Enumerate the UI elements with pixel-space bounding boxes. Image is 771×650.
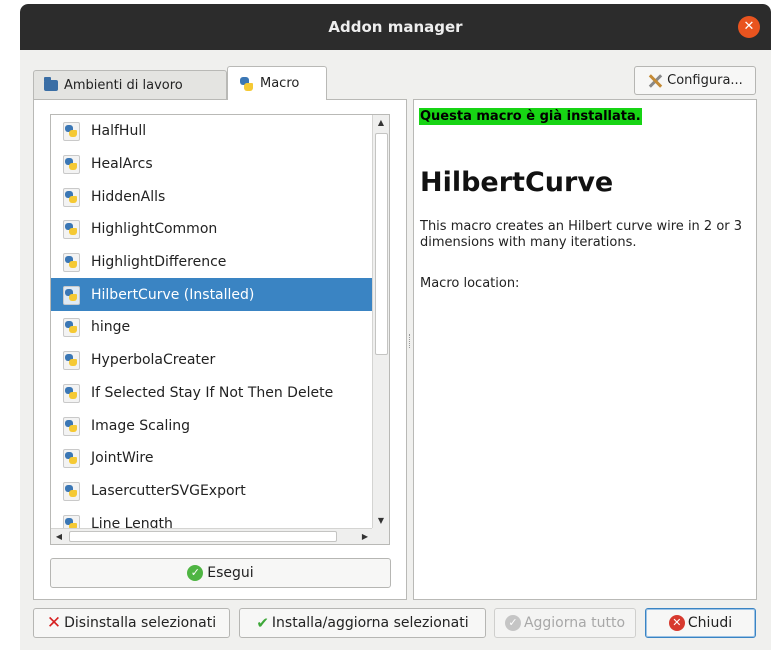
macro-list-box: HalfHull HealArcs HiddenAlls HighlightCommo…	[50, 114, 390, 545]
installed-status-banner: Questa macro è già installata.	[419, 108, 642, 125]
green-check-icon: ✔	[256, 614, 269, 632]
list-item[interactable]: HiddenAlls	[51, 180, 373, 213]
list-item[interactable]: HilbertCurve (Installed)	[51, 278, 373, 312]
list-item-label: HyperbolaCreater	[91, 352, 216, 369]
close-button-label: Chiudi	[687, 615, 733, 631]
scroll-right-arrow-icon[interactable]: ▶	[357, 529, 373, 544]
macro-detail-panel: Questa macro è già installata. HilbertCu…	[413, 99, 757, 600]
macro-file-icon	[61, 350, 81, 371]
macro-title: HilbertCurve	[420, 167, 614, 198]
list-item[interactable]: HalfHull	[51, 115, 373, 148]
python-icon	[238, 76, 254, 92]
update-all-button[interactable]: ✓ Aggiorna tutto	[494, 608, 636, 638]
macro-file-icon	[61, 448, 81, 469]
macro-file-icon	[61, 383, 81, 403]
run-button[interactable]: ✓ Esegui	[50, 558, 391, 588]
disabled-check-circle-icon: ✓	[504, 615, 521, 631]
macro-file-icon	[61, 285, 81, 305]
scrollbar-corner	[372, 528, 389, 544]
list-item-label: HealArcs	[91, 156, 153, 173]
macro-file-icon	[61, 481, 81, 501]
tab-macro-label: Macro	[260, 76, 300, 91]
list-item[interactable]: If Selected Stay If Not Then Delete	[51, 377, 373, 410]
list-item[interactable]: JointWire	[51, 442, 373, 475]
macro-file-icon	[61, 317, 81, 338]
splitter-handle[interactable]	[409, 334, 411, 348]
horizontal-scrollbar[interactable]: ◀ ▶	[51, 528, 373, 544]
list-item-label: hinge	[91, 319, 131, 336]
vertical-scroll-thumb[interactable]	[375, 133, 388, 355]
configure-button-label: Configura...	[667, 73, 743, 88]
list-item-label: HighlightDifference	[91, 254, 227, 271]
list-item-label: HalfHull	[91, 123, 147, 140]
macro-location-label: Macro location:	[420, 276, 520, 291]
scroll-up-arrow-icon[interactable]: ▲	[373, 115, 389, 131]
configure-button[interactable]: Configura...	[634, 66, 756, 95]
folder-icon	[44, 77, 58, 91]
list-item[interactable]: hinge	[51, 311, 373, 344]
list-item[interactable]: HighlightCommon	[51, 213, 373, 246]
list-item[interactable]: HighlightDifference	[51, 246, 373, 279]
list-item-label: If Selected Stay If Not Then Delete	[91, 384, 334, 401]
scroll-down-arrow-icon[interactable]: ▼	[373, 513, 389, 529]
scroll-left-arrow-icon[interactable]: ◀	[51, 529, 67, 544]
check-circle-icon: ✓	[187, 565, 204, 581]
uninstall-selected-button[interactable]: ✕ Disinstalla selezionati	[33, 608, 230, 638]
tab-workbenches[interactable]: Ambienti di lavoro	[33, 70, 227, 100]
macro-description: This macro creates an Hilbert curve wire…	[420, 219, 743, 250]
run-button-label: Esegui	[207, 565, 254, 581]
update-all-button-label: Aggiorna tutto	[523, 615, 626, 631]
list-item-label: LasercutterSVGExport	[91, 482, 246, 499]
macro-file-icon	[61, 219, 81, 240]
list-item-label: Line Length	[91, 515, 173, 529]
install-update-selected-button[interactable]: ✔ Installa/aggiorna selezionati	[239, 608, 486, 638]
macro-file-icon	[61, 154, 81, 175]
list-item[interactable]: LasercutterSVGExport	[51, 475, 373, 508]
close-button[interactable]: ✕ Chiudi	[645, 608, 756, 638]
list-item-label: HighlightCommon	[91, 221, 218, 238]
macro-file-icon	[61, 187, 81, 207]
macro-file-icon	[61, 121, 81, 142]
addon-manager-window: Addon manager ✕ Ambienti di lavoro Macro…	[20, 4, 771, 650]
list-item-label: JointWire	[91, 450, 154, 467]
list-item[interactable]: HyperbolaCreater	[51, 344, 373, 377]
list-item[interactable]: HealArcs	[51, 148, 373, 181]
tools-icon	[647, 73, 663, 89]
uninstall-button-label: Disinstalla selezionati	[64, 615, 217, 631]
list-item-label: Image Scaling	[91, 417, 190, 434]
macro-tab-pane: HalfHull HealArcs HiddenAlls HighlightCommo…	[33, 99, 407, 600]
vertical-scrollbar[interactable]: ▲ ▼	[372, 115, 389, 529]
install-button-label: Installa/aggiorna selezionati	[271, 615, 469, 631]
title-bar[interactable]: Addon manager ✕	[20, 4, 771, 50]
list-item-label: HiddenAlls	[91, 188, 166, 205]
window-title: Addon manager	[328, 18, 463, 36]
list-item[interactable]: Line Length	[51, 507, 373, 529]
tab-workbenches-label: Ambienti di lavoro	[64, 78, 183, 93]
horizontal-scroll-thumb[interactable]	[69, 531, 337, 542]
tab-macro[interactable]: Macro	[227, 66, 327, 100]
list-item[interactable]: Image Scaling	[51, 409, 373, 442]
macro-file-icon	[61, 514, 81, 529]
macro-file-icon	[61, 252, 81, 273]
close-circle-icon: ✕	[668, 615, 685, 631]
macro-file-icon	[61, 416, 81, 436]
red-x-icon: ✕	[46, 613, 62, 633]
list-item-label: HilbertCurve (Installed)	[91, 286, 255, 303]
window-close-button[interactable]: ✕	[738, 16, 760, 38]
macro-list[interactable]: HalfHull HealArcs HiddenAlls HighlightCommo…	[51, 115, 373, 529]
